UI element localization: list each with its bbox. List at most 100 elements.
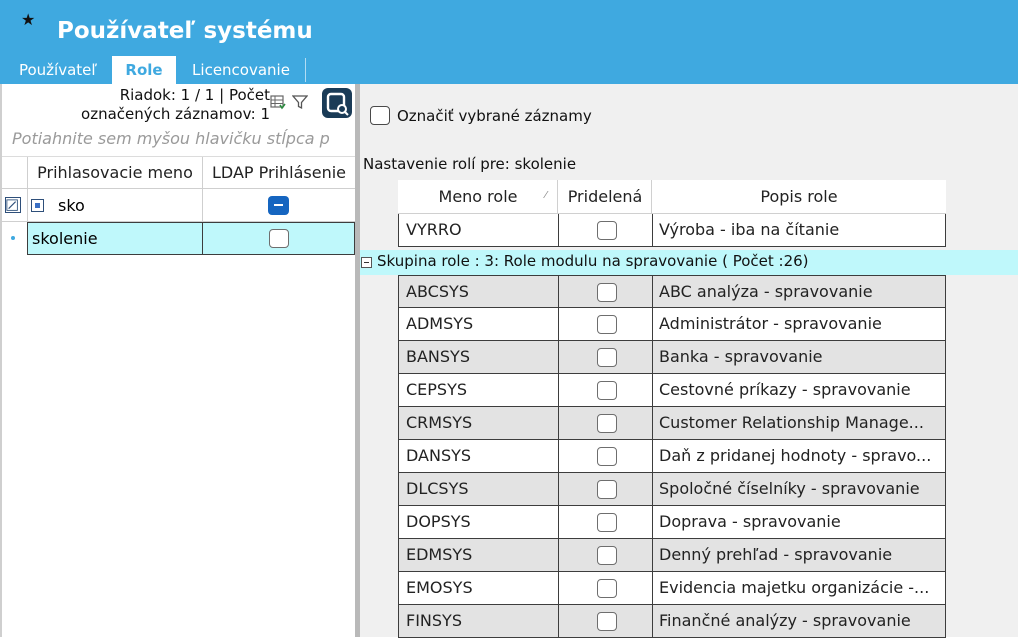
- role-name-cell: CRMSYS: [406, 413, 473, 432]
- search-icon: [326, 92, 349, 116]
- tab-pouzivatel[interactable]: Používateľ: [10, 56, 106, 84]
- column-separator: [652, 407, 653, 439]
- page-title: Používateľ systému: [57, 18, 313, 44]
- column-separator: [652, 276, 653, 308]
- column-separator: [558, 276, 559, 308]
- table-row[interactable]: ABCSYS ABC analýza - spravovanie: [398, 275, 946, 308]
- table-row[interactable]: skolenie: [0, 222, 355, 255]
- assigned-checkbox[interactable]: [597, 447, 617, 466]
- role-name-cell: ABCSYS: [406, 282, 469, 301]
- users-panel: Riadok: 1 / 1 | Počet označených záznamo…: [0, 84, 355, 637]
- table-row[interactable]: DOPSYS Doprava - spravovanie: [398, 506, 946, 539]
- assigned-checkbox[interactable]: [597, 381, 617, 400]
- table-row[interactable]: FINSYS Finančné analýzy - spravovanie: [398, 605, 946, 638]
- column-separator: [652, 308, 653, 340]
- grid-settings-icon[interactable]: [270, 94, 286, 110]
- column-separator: [652, 214, 653, 246]
- role-description-cell: Customer Relationship Manage...: [659, 413, 924, 432]
- group-row[interactable]: Skupina role : 3: Role modulu na spravov…: [360, 250, 1018, 275]
- column-separator: [558, 539, 559, 571]
- column-header-ldap[interactable]: LDAP Prihlásenie: [203, 157, 355, 189]
- table-row[interactable]: CRMSYS Customer Relationship Manage...: [398, 407, 946, 440]
- assigned-checkbox[interactable]: [597, 579, 617, 598]
- row-info-line1: Riadok: 1 / 1 | Počet: [119, 86, 270, 104]
- tab-licencovanie[interactable]: Licencovanie: [182, 56, 300, 84]
- table-row[interactable]: EDMSYS Denný prehľad - spravovanie: [398, 539, 946, 572]
- roles-table-header: Meno role ⁄ Pridelená Popis role: [398, 180, 946, 214]
- column-header-description[interactable]: Popis role: [652, 180, 946, 214]
- assigned-checkbox[interactable]: [597, 221, 617, 240]
- column-separator: [652, 473, 653, 505]
- filter-checkbox[interactable]: [31, 199, 44, 212]
- table-row[interactable]: DLCSYS Spoločné číselníky - spravovanie: [398, 473, 946, 506]
- role-name-cell: VYRRO: [406, 220, 462, 239]
- table-row[interactable]: ADMSYS Administrátor - spravovanie: [398, 308, 946, 341]
- column-separator: [652, 539, 653, 571]
- filter-row: sko: [0, 189, 355, 222]
- role-description-cell: Banka - spravovanie: [659, 347, 823, 366]
- column-separator: [27, 189, 28, 222]
- role-description-cell: Cestovné príkazy - spravovanie: [659, 380, 911, 399]
- column-header-role-name[interactable]: Meno role: [398, 180, 558, 214]
- column-separator: [652, 440, 653, 472]
- assigned-checkbox[interactable]: [597, 315, 617, 334]
- role-description-cell: Finančné analýzy - spravovanie: [659, 611, 911, 630]
- column-separator: [202, 189, 203, 222]
- column-separator: [27, 157, 28, 189]
- row-info: Riadok: 1 / 1 | Počet označených záznamo…: [60, 86, 270, 124]
- column-separator: [558, 407, 559, 439]
- roles-panel: Označiť vybrané záznamy Nastavenie rolí …: [360, 84, 1018, 638]
- column-separator: [652, 506, 653, 538]
- tab-role[interactable]: Role: [112, 56, 176, 84]
- role-description-cell: Denný prehľad - spravovanie: [659, 545, 893, 564]
- row-info-line2: označených záznamov: 1: [81, 105, 270, 123]
- table-row[interactable]: VYRRO Výroba - iba na čítanie: [398, 214, 946, 247]
- column-separator: [652, 374, 653, 406]
- assigned-checkbox[interactable]: [597, 348, 617, 367]
- table-row[interactable]: EMOSYS Evidencia majetku organizácie -...: [398, 572, 946, 605]
- select-all-icon[interactable]: [5, 197, 21, 213]
- column-separator: [557, 180, 558, 214]
- role-name-cell: EDMSYS: [406, 545, 473, 564]
- role-name-cell: FINSYS: [406, 611, 462, 630]
- ldap-checkbox[interactable]: [269, 229, 289, 248]
- group-label: Skupina role : 3: Role modulu na spravov…: [377, 252, 809, 270]
- filter-icon[interactable]: [292, 94, 308, 110]
- assigned-checkbox[interactable]: [597, 414, 617, 433]
- column-separator: [558, 605, 559, 637]
- column-separator: [558, 341, 559, 373]
- assigned-checkbox[interactable]: [597, 480, 617, 499]
- role-description-cell: Doprava - spravovanie: [659, 512, 841, 531]
- column-header-assigned[interactable]: Pridelená: [558, 180, 652, 214]
- assigned-checkbox[interactable]: [597, 513, 617, 532]
- assigned-checkbox[interactable]: [597, 546, 617, 565]
- assigned-checkbox[interactable]: [597, 612, 617, 631]
- mark-selected-checkbox[interactable]: [370, 106, 390, 125]
- column-separator: [558, 214, 559, 246]
- column-separator: [651, 180, 652, 214]
- ldap-filter-toggle[interactable]: [268, 196, 289, 215]
- column-separator: [558, 308, 559, 340]
- table-row[interactable]: BANSYS Banka - spravovanie: [398, 341, 946, 374]
- role-name-cell: BANSYS: [406, 347, 470, 366]
- table-row[interactable]: CEPSYS Cestovné príkazy - spravovanie: [398, 374, 946, 407]
- column-separator: [558, 473, 559, 505]
- login-cell: skolenie: [32, 229, 98, 248]
- assigned-checkbox[interactable]: [597, 283, 617, 302]
- role-name-cell: DOPSYS: [406, 512, 471, 531]
- search-button[interactable]: [322, 88, 352, 118]
- favorite-star-icon[interactable]: ★: [21, 10, 35, 29]
- table-row[interactable]: DANSYS Daň z pridanej hodnoty - spravo...: [398, 440, 946, 473]
- column-separator: [652, 341, 653, 373]
- column-separator: [202, 222, 203, 255]
- role-description-cell: Daň z pridanej hodnoty - spravo...: [659, 446, 932, 465]
- column-separator: [652, 572, 653, 604]
- login-filter-input[interactable]: sko: [58, 189, 198, 222]
- role-description-cell: Spoločné číselníky - spravovanie: [659, 479, 920, 498]
- column-header-login[interactable]: Prihlasovacie meno: [28, 157, 202, 189]
- collapse-icon[interactable]: [361, 257, 372, 268]
- group-by-drop-zone[interactable]: Potiahnite sem myšou hlavičku stĺpca p: [12, 129, 355, 148]
- roles-settings-label: Nastavenie rolí pre: skolenie: [363, 155, 577, 173]
- tab-separator: [305, 58, 306, 82]
- tab-bar: Používateľ Role Licencovanie: [0, 56, 1018, 84]
